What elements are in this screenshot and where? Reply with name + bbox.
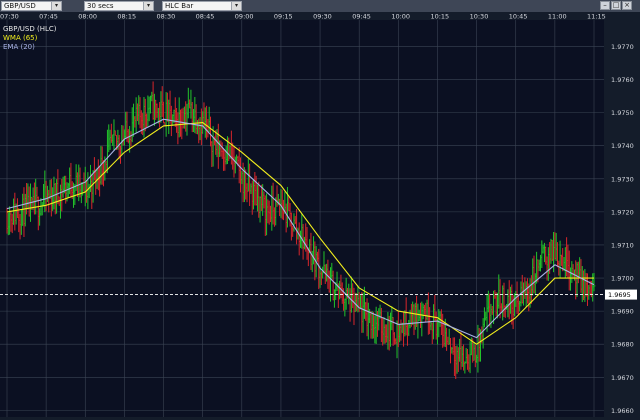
minimize-button[interactable]: – <box>600 1 610 10</box>
x-tick-label: 10:00 <box>391 13 410 21</box>
y-tick-label: 1.9720 <box>611 208 634 216</box>
y-tick-label: 1.9760 <box>611 76 634 84</box>
maximize-icon: □ <box>612 1 620 9</box>
x-tick-label: 10:15 <box>430 13 449 21</box>
chevron-down-icon: ▾ <box>143 2 153 10</box>
y-tick-label: 1.9670 <box>611 374 634 382</box>
close-icon: × <box>624 1 630 9</box>
close-button[interactable]: × <box>622 1 632 10</box>
time-axis: 07:30 07:45 08:00 08:15 08:30 08:45 09:00 09:15… <box>0 12 606 21</box>
chevron-down-icon: ▾ <box>51 2 61 10</box>
chart-style-value: HLC Bar <box>165 2 194 10</box>
legend-wma: WMA (65) <box>3 34 38 42</box>
x-tick-label: 08:30 <box>157 13 176 21</box>
maximize-button[interactable]: □ <box>611 1 621 10</box>
y-tick-label: 1.9730 <box>611 175 634 183</box>
chart-style-dropdown[interactable]: HLC Bar ▾ <box>162 1 242 11</box>
interval-value: 30 secs <box>87 2 114 10</box>
y-tick-label: 1.9660 <box>611 407 634 415</box>
x-tick-label: 09:15 <box>274 13 293 21</box>
y-tick-label: 1.9700 <box>611 275 634 283</box>
legend-price-series: GBP/USD (HLC) <box>3 25 57 33</box>
minimize-icon: – <box>603 1 607 9</box>
x-tick-label: 08:00 <box>78 13 97 21</box>
y-tick-label: 1.9690 <box>611 308 634 316</box>
y-tick-label: 1.9770 <box>611 43 634 51</box>
x-tick-label: 09:00 <box>235 13 254 21</box>
x-tick-label: 08:15 <box>117 13 136 21</box>
x-tick-label: 09:45 <box>352 13 371 21</box>
y-tick-label: 1.9680 <box>611 341 634 349</box>
price-chart[interactable]: 07:30 07:45 08:00 08:15 08:30 08:45 09:00 09:15… <box>0 12 640 420</box>
interval-dropdown[interactable]: 30 secs ▾ <box>84 1 154 11</box>
x-tick-label: 09:30 <box>313 13 332 21</box>
x-tick-label: 11:00 <box>548 13 567 21</box>
x-tick-label: 08:45 <box>196 13 215 21</box>
symbol-dropdown[interactable]: GBP/USD ▾ <box>1 1 62 11</box>
chevron-down-icon: ▾ <box>231 2 241 10</box>
symbol-value: GBP/USD <box>4 2 36 10</box>
x-tick-label: 10:45 <box>509 13 528 21</box>
x-tick-label: 10:30 <box>470 13 489 21</box>
y-tick-label: 1.9750 <box>611 109 634 117</box>
x-tick-label: 11:15 <box>587 13 606 21</box>
legend-ema: EMA (20) <box>3 43 35 51</box>
y-tick-label: 1.9740 <box>611 142 634 150</box>
x-tick-label: 07:30 <box>0 13 19 21</box>
y-tick-label: 1.9710 <box>611 241 634 249</box>
x-tick-label: 07:45 <box>39 13 58 21</box>
current-price-label: 1.9695 <box>608 291 631 299</box>
